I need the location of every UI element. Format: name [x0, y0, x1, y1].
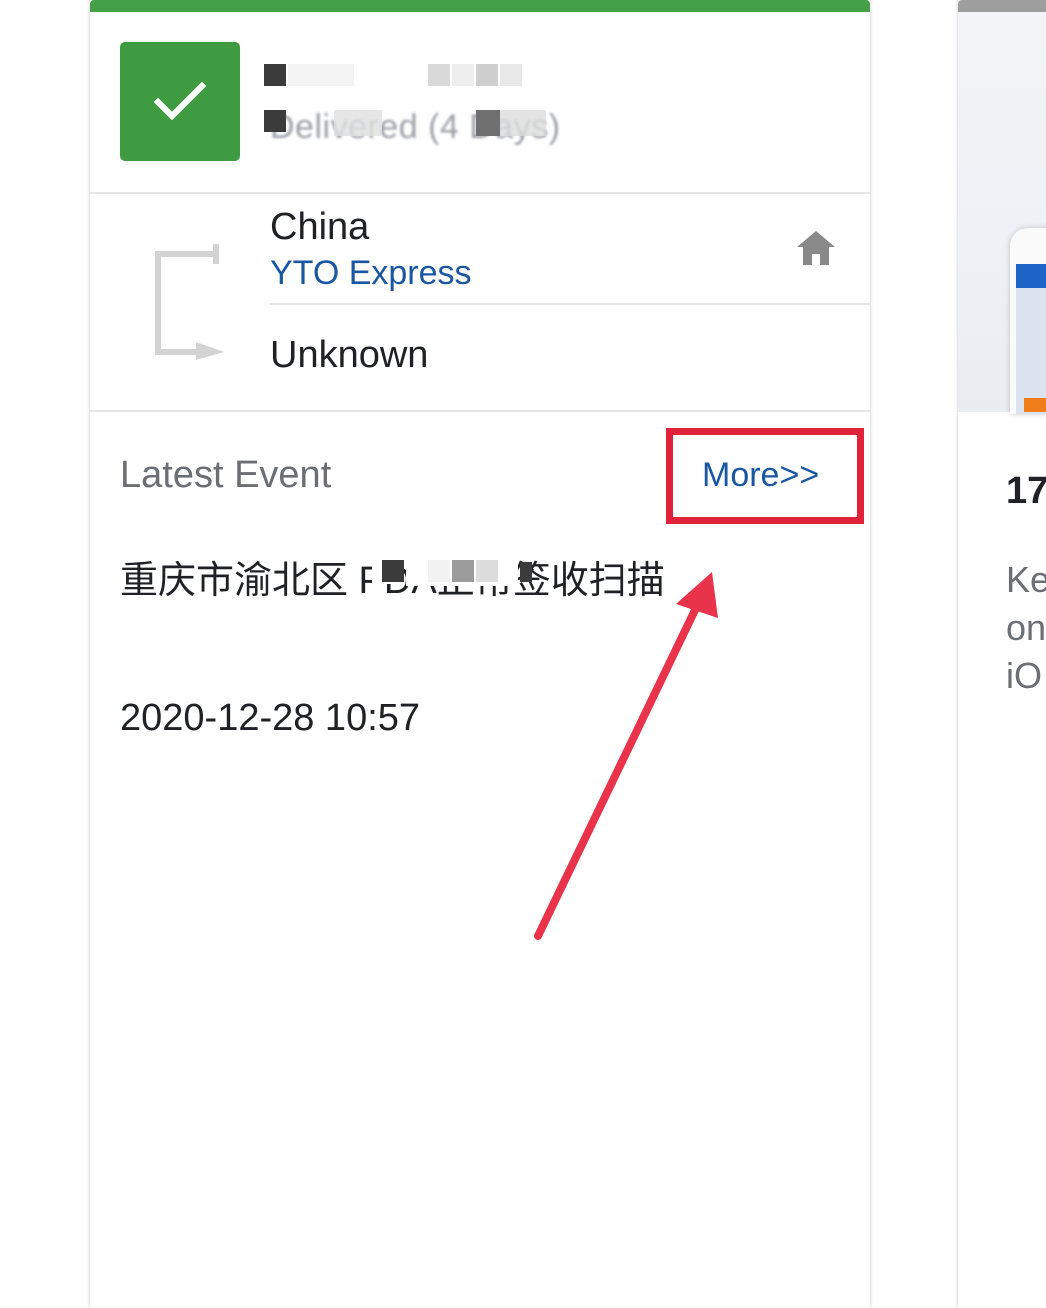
carrier-link[interactable]: YTO Express — [270, 254, 472, 293]
promo-description: Ke on iO — [1006, 559, 1046, 696]
destination-country: Unknown — [270, 334, 429, 376]
origin-country: China — [270, 206, 370, 248]
promo-card[interactable]: 17 Ke on iO — [958, 0, 1046, 1308]
delivered-status-badge — [120, 42, 240, 161]
tracking-card[interactable]: Delivered (4 Days) China YTO Express Unk… — [90, 0, 870, 1308]
more-events-link[interactable]: More>> — [702, 456, 819, 495]
home-icon[interactable] — [795, 229, 837, 267]
card-status-bar — [90, 0, 870, 12]
route-bottom-divider — [90, 410, 870, 412]
phone-screen-accent — [1024, 398, 1046, 412]
route-bracket-icon — [155, 244, 224, 360]
screen: Delivered (4 Days) China YTO Express Unk… — [0, 0, 1046, 1308]
promo-title: 17 — [1006, 470, 1046, 512]
latest-event-label: Latest Event — [120, 454, 332, 496]
route-divider — [270, 303, 870, 305]
checkmark-icon — [154, 81, 206, 121]
phone-screen-header — [1016, 264, 1046, 288]
header-divider — [90, 192, 870, 194]
promo-card-bar — [958, 0, 1046, 12]
event-time: 2020-12-28 10:57 — [120, 697, 421, 739]
